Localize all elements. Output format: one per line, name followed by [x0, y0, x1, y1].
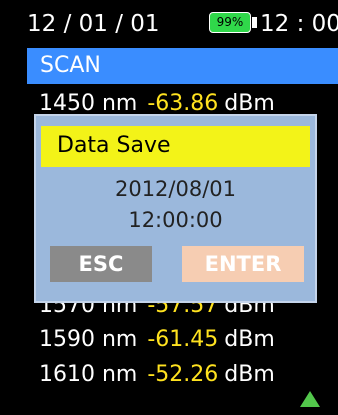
enter-button[interactable]: ENTER	[182, 246, 304, 282]
status-date: 12 / 01 / 01	[27, 11, 160, 37]
list-item: 1610 nm -52.26 dBm	[39, 359, 275, 391]
power-unit: dBm	[224, 91, 275, 116]
triangle-up-icon[interactable]	[300, 391, 320, 407]
mode-label: SCAN	[40, 53, 101, 78]
dialog-time: 12:00:00	[128, 208, 223, 232]
battery-icon: 99%	[209, 12, 251, 33]
data-save-dialog: Data Save 2012/08/01 12:00:00 ESC ENTER	[34, 114, 317, 303]
power-value: -63.86	[147, 91, 219, 116]
battery-level: 99%	[216, 15, 244, 29]
dialog-title-bar: Data Save	[41, 126, 310, 167]
power-value: -61.45	[147, 327, 219, 352]
status-time: 12 : 00	[260, 11, 338, 37]
dialog-date: 2012/08/01	[114, 177, 237, 201]
wavelength: 1590 nm	[39, 327, 138, 352]
power-unit: dBm	[224, 327, 275, 352]
esc-button[interactable]: ESC	[50, 246, 152, 282]
mode-bar[interactable]: SCAN	[27, 48, 338, 84]
power-unit: dBm	[224, 362, 275, 387]
power-value: -52.26	[147, 362, 219, 387]
wavelength: 1610 nm	[39, 362, 138, 387]
wavelength: 1450 nm	[39, 91, 138, 116]
dialog-title: Data Save	[57, 133, 171, 158]
battery-tip	[252, 17, 257, 28]
status-bar: 12 / 01 / 01 99% 12 : 00	[0, 0, 338, 44]
list-item: 1590 nm -61.45 dBm	[39, 324, 275, 356]
